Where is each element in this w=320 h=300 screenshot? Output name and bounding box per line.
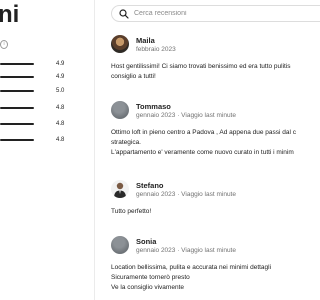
review-line: consiglio a tutti! (111, 73, 156, 80)
rating-row-5: 4.8 (0, 119, 72, 129)
rating-row-4: 4.8 (0, 103, 72, 113)
rating-value: 4.9 (56, 74, 65, 80)
rating-bar (0, 90, 34, 92)
search-icon (119, 9, 129, 19)
info-icon[interactable]: i (0, 40, 8, 49)
rating-value: 5.0 (56, 88, 65, 94)
review-line: L'appartamento e' veramente come nuovo c… (111, 149, 294, 156)
review-line: strategica. (111, 139, 141, 146)
rating-bar (0, 107, 34, 109)
review-date: gennaio 2023 · Viaggio last minute (136, 112, 236, 119)
review-line: Sicuramente tornerò presto (111, 274, 190, 281)
review-text: Host gentilissimi! Ci siamo trovati beni… (111, 62, 311, 82)
reviewer-name: Sonia (136, 237, 157, 246)
avatar[interactable] (111, 180, 129, 198)
rating-value: 4.8 (56, 105, 65, 111)
rating-value: 4.9 (56, 61, 65, 67)
rating-bar (0, 123, 34, 125)
rating-row-3: 5.0 (0, 86, 72, 96)
avatar[interactable] (111, 35, 129, 53)
review-date: febbraio 2023 (136, 46, 176, 53)
avatar[interactable] (111, 101, 129, 119)
rating-value: 4.8 (56, 121, 65, 127)
rating-bar (0, 63, 34, 65)
search-input[interactable] (134, 7, 314, 20)
review-line: Host gentilissimi! Ci siamo trovati beni… (111, 63, 291, 70)
review-line: Ottimo loft in pieno centro a Padova , A… (111, 129, 297, 136)
rating-bar (0, 139, 34, 141)
review-line: Tutto perfetto! (111, 208, 152, 215)
rating-row-2: 4.9 (0, 72, 72, 82)
rating-row-1: 4.9 (0, 59, 72, 69)
review-line: Ve la consiglio vivamente (111, 284, 184, 291)
column-divider (94, 0, 95, 300)
search-box[interactable] (111, 5, 320, 22)
review-line: Location bellissima, pulita e accurata n… (111, 264, 272, 271)
page-title: ni (0, 1, 20, 28)
avatar[interactable] (111, 236, 129, 254)
rating-bar (0, 76, 34, 78)
rating-row-6: 4.8 (0, 135, 72, 145)
reviewer-name: Stefano (136, 181, 164, 190)
person-icon (114, 182, 126, 198)
review-text: Location bellissima, pulita e accurata n… (111, 263, 311, 293)
review-date: gennaio 2023 · Viaggio last minute (136, 247, 236, 254)
review-text: Ottimo loft in pieno centro a Padova , A… (111, 128, 311, 158)
rating-value: 4.8 (56, 137, 65, 143)
reviewer-name: Maila (136, 36, 155, 45)
review-date: gennaio 2023 · Viaggio last minute (136, 191, 236, 198)
reviewer-name: Tommaso (136, 102, 171, 111)
review-text: Tutto perfetto! (111, 207, 311, 217)
